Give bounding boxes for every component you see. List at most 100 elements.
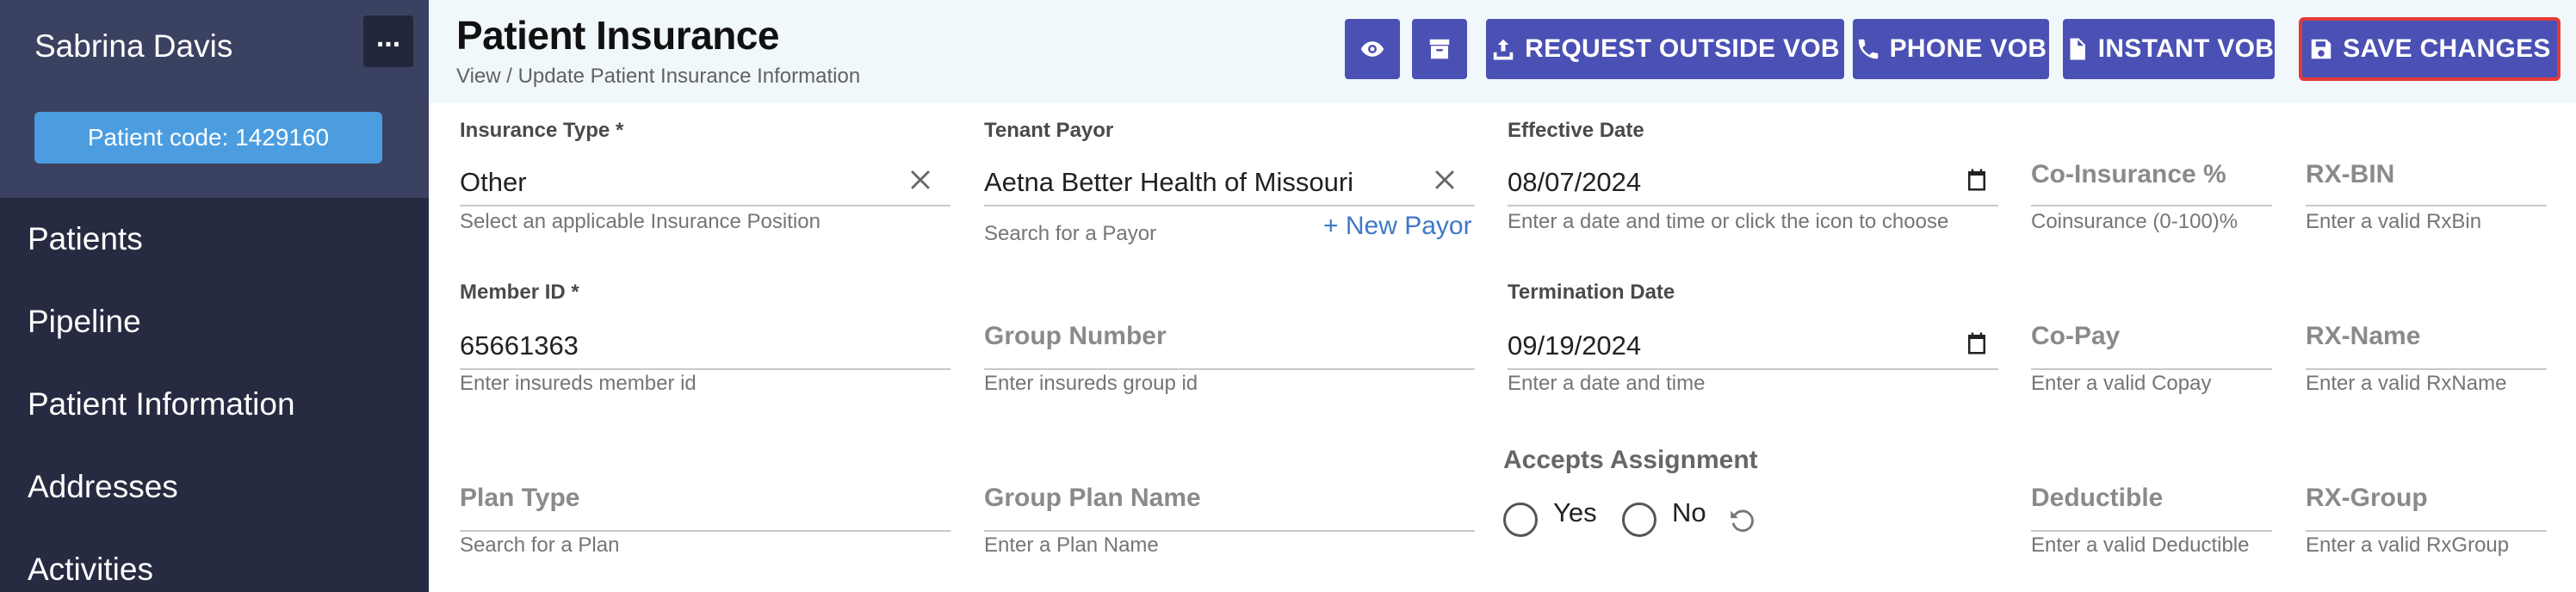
- breadcrumb: View / Update Patient Insurance Informat…: [456, 65, 861, 88]
- group-plan-name-field[interactable]: Group Plan Name Enter a Plan Name: [984, 441, 1475, 561]
- member-id-value[interactable]: 65661363: [460, 330, 579, 361]
- sidebar: Sabrina Davis ... Patient code: 1429160 …: [0, 0, 429, 592]
- tenant-payor-value[interactable]: Aetna Better Health of Missouri: [984, 167, 1353, 198]
- rx-bin-helper: Enter a valid RxBin: [2306, 210, 2482, 233]
- view-button[interactable]: [1345, 19, 1400, 79]
- rx-bin-underline: [2306, 205, 2547, 207]
- rx-name-helper: Enter a valid RxName: [2306, 372, 2507, 395]
- tenant-payor-label: Tenant Payor: [984, 119, 1114, 142]
- rx-bin-field[interactable]: RX-BIN Enter a valid RxBin: [2306, 117, 2547, 237]
- save-changes-button[interactable]: SAVE CHANGES: [2299, 17, 2561, 81]
- insurance-type-underline: [460, 205, 951, 207]
- co-pay-placeholder: Co-Pay: [2031, 322, 2121, 350]
- user-name: Sabrina Davis: [34, 28, 233, 64]
- nav-item-pipeline[interactable]: Pipeline: [28, 303, 141, 341]
- co-pay-field[interactable]: Co-Pay Enter a valid Copay: [2031, 279, 2272, 399]
- radio-no-label[interactable]: No: [1672, 497, 1706, 528]
- calendar-icon[interactable]: [1964, 330, 1990, 356]
- group-number-underline: [984, 368, 1475, 370]
- co-insurance-underline: [2031, 205, 2272, 207]
- member-id-label: Member ID *: [460, 281, 579, 304]
- termination-date-field[interactable]: Termination Date 09/19/2024 Enter a date…: [1508, 279, 1998, 399]
- plan-type-helper: Search for a Plan: [460, 533, 620, 557]
- more-menu-button[interactable]: ...: [363, 15, 413, 67]
- tenant-payor-helper: Search for a Payor: [984, 222, 1157, 245]
- deductible-helper: Enter a valid Deductible: [2031, 533, 2250, 557]
- effective-date-underline: [1508, 205, 1998, 207]
- co-pay-helper: Enter a valid Copay: [2031, 372, 2212, 395]
- termination-date-value[interactable]: 09/19/2024: [1508, 330, 1641, 361]
- nav-item-patients[interactable]: Patients: [28, 220, 143, 258]
- reset-icon[interactable]: [1727, 506, 1756, 535]
- accepts-assignment-group: Accepts Assignment Yes No: [1503, 446, 1848, 549]
- nav-item-addresses[interactable]: Addresses: [28, 468, 178, 506]
- deductible-field[interactable]: Deductible Enter a valid Deductible: [2031, 441, 2272, 561]
- nav-item-patient-information[interactable]: Patient Information: [28, 385, 295, 423]
- member-id-helper: Enter insureds member id: [460, 372, 697, 395]
- effective-date-value[interactable]: 08/07/2024: [1508, 167, 1641, 198]
- group-number-helper: Enter insureds group id: [984, 372, 1198, 395]
- phone-vob-label: PHONE VOB: [1889, 34, 2047, 63]
- clear-icon[interactable]: [906, 165, 935, 194]
- rx-name-placeholder: RX-Name: [2306, 322, 2421, 350]
- patient-code-badge[interactable]: Patient code: 1429160: [34, 112, 382, 163]
- member-id-field[interactable]: Member ID * 65661363 Enter insureds memb…: [460, 279, 951, 399]
- co-pay-underline: [2031, 368, 2272, 370]
- rx-group-field[interactable]: RX-Group Enter a valid RxGroup: [2306, 441, 2547, 561]
- tenant-payor-underline: [984, 205, 1475, 207]
- radio-yes[interactable]: [1503, 503, 1538, 537]
- new-payor-link[interactable]: + New Payor: [1323, 212, 1472, 241]
- calendar-icon[interactable]: [1964, 167, 1990, 193]
- rx-name-field[interactable]: RX-Name Enter a valid RxName: [2306, 279, 2547, 399]
- insurance-type-field[interactable]: Insurance Type * Other Select an applica…: [460, 117, 951, 237]
- accepts-assignment-label: Accepts Assignment: [1503, 446, 1758, 474]
- sidebar-header: Sabrina Davis ... Patient code: 1429160: [0, 0, 429, 198]
- phone-vob-button[interactable]: PHONE VOB: [1853, 19, 2049, 79]
- member-id-underline: [460, 368, 951, 370]
- group-plan-name-underline: [984, 530, 1475, 532]
- group-number-field[interactable]: Group Number Enter insureds group id: [984, 279, 1475, 399]
- effective-date-label: Effective Date: [1508, 119, 1644, 142]
- clear-icon[interactable]: [1430, 165, 1459, 194]
- deductible-placeholder: Deductible: [2031, 484, 2164, 512]
- termination-date-underline: [1508, 368, 1998, 370]
- request-outside-vob-button[interactable]: REQUEST OUTSIDE VOB: [1486, 19, 1844, 79]
- phone-icon: [1858, 39, 1878, 59]
- save-icon: [2312, 39, 2331, 59]
- co-insurance-helper: Coinsurance (0-100)%: [2031, 210, 2239, 233]
- save-changes-label: SAVE CHANGES: [2343, 34, 2551, 63]
- rx-group-placeholder: RX-Group: [2306, 484, 2428, 512]
- group-number-placeholder: Group Number: [984, 322, 1167, 350]
- radio-no[interactable]: [1622, 503, 1656, 537]
- insurance-type-value[interactable]: Other: [460, 167, 527, 198]
- instant-vob-label: INSTANT VOB: [2097, 34, 2275, 63]
- page-title: Patient Insurance: [456, 13, 779, 58]
- group-plan-name-placeholder: Group Plan Name: [984, 484, 1201, 512]
- radio-yes-label[interactable]: Yes: [1553, 497, 1597, 528]
- archive-button[interactable]: [1412, 19, 1467, 79]
- rx-bin-placeholder: RX-BIN: [2306, 160, 2395, 188]
- insurance-type-label: Insurance Type *: [460, 119, 624, 142]
- co-insurance-field[interactable]: Co-Insurance % Coinsurance (0-100)%: [2031, 117, 2272, 237]
- upload-icon: [1493, 39, 1514, 60]
- nav-item-activities[interactable]: Activities: [28, 551, 153, 589]
- termination-date-helper: Enter a date and time: [1508, 372, 1706, 395]
- group-plan-name-helper: Enter a Plan Name: [984, 533, 1159, 557]
- insurance-type-helper: Select an applicable Insurance Position: [460, 210, 820, 233]
- tenant-payor-field[interactable]: Tenant Payor Aetna Better Health of Miss…: [984, 117, 1475, 246]
- rx-group-helper: Enter a valid RxGroup: [2306, 533, 2510, 557]
- eye-icon: [1360, 41, 1384, 57]
- page-header: Patient Insurance View / Update Patient …: [429, 0, 2576, 103]
- plan-type-field[interactable]: Plan Type Search for a Plan: [460, 441, 951, 561]
- co-insurance-placeholder: Co-Insurance %: [2031, 160, 2226, 188]
- request-outside-vob-label: REQUEST OUTSIDE VOB: [1525, 34, 1840, 63]
- plan-type-placeholder: Plan Type: [460, 484, 580, 512]
- deductible-underline: [2031, 530, 2272, 532]
- instant-vob-button[interactable]: INSTANT VOB: [2063, 19, 2275, 79]
- archive-icon: [1429, 39, 1450, 59]
- plan-type-underline: [460, 530, 951, 532]
- effective-date-field[interactable]: Effective Date 08/07/2024 Enter a date a…: [1508, 117, 1998, 237]
- rx-name-underline: [2306, 368, 2547, 370]
- termination-date-label: Termination Date: [1508, 281, 1675, 304]
- effective-date-helper: Enter a date and time or click the icon …: [1508, 210, 1949, 233]
